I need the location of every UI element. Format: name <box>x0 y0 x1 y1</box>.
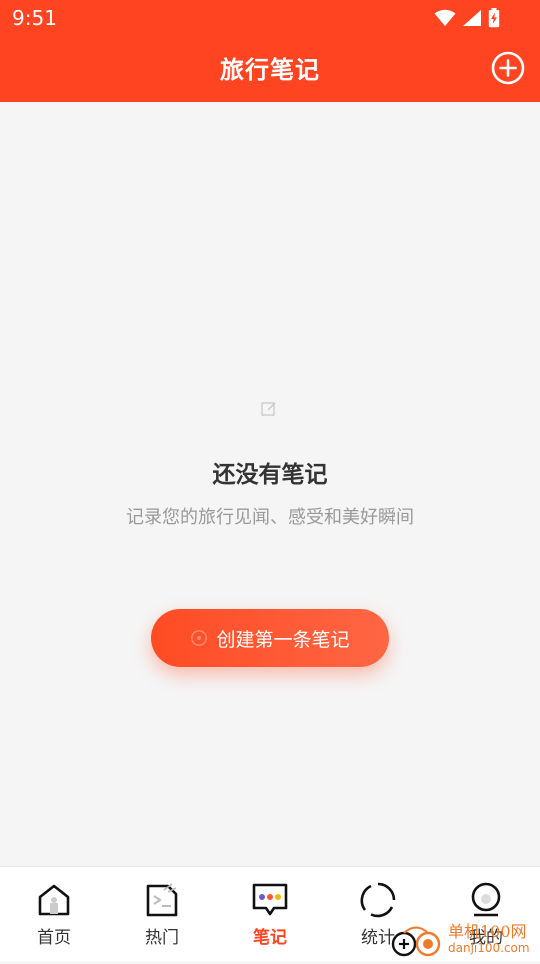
nav-label: 统计 <box>361 928 395 948</box>
plus-circle-icon <box>191 630 208 646</box>
nav-item-notes[interactable]: 笔记 <box>216 867 324 961</box>
nav-label: 首页 <box>37 928 71 948</box>
nav-item-stats[interactable]: 统计 <box>324 867 432 961</box>
nav-label: 热门 <box>145 928 179 948</box>
nav-item-home[interactable]: 首页 <box>0 867 108 961</box>
signal-icon <box>463 10 481 26</box>
nav-label: 我的 <box>469 928 503 948</box>
plus-circle-icon <box>491 51 525 85</box>
stats-ring-icon <box>360 882 396 918</box>
profile-icon <box>471 882 501 917</box>
nav-item-profile[interactable]: 我的 <box>432 867 540 961</box>
page-title: 旅行笔记 <box>220 56 320 84</box>
edit-note-icon <box>261 402 276 416</box>
nav-label: 笔记 <box>253 928 287 948</box>
battery-charging-icon <box>488 8 500 28</box>
app-header: 9:51 旅行笔记 <box>0 0 540 102</box>
wifi-icon <box>434 9 456 26</box>
nav-item-hot[interactable]: 热门 <box>108 867 216 961</box>
empty-state-description: 记录您的旅行见闻、感受和美好瞬间 <box>126 507 414 528</box>
status-time: 9:51 <box>12 6 57 30</box>
status-icons <box>434 7 500 29</box>
hot-icon <box>146 883 178 917</box>
empty-state-title: 还没有笔记 <box>212 462 328 488</box>
notes-chat-icon <box>252 883 288 916</box>
create-first-note-button[interactable]: 创建第一条笔记 <box>151 609 389 667</box>
create-first-note-label: 创建第一条笔记 <box>216 628 350 651</box>
status-bar: 9:51 <box>0 0 540 36</box>
bottom-nav: 首页 热门 笔记 统计 我的 <box>0 866 540 961</box>
add-note-button[interactable] <box>490 50 526 86</box>
home-icon <box>38 884 70 916</box>
